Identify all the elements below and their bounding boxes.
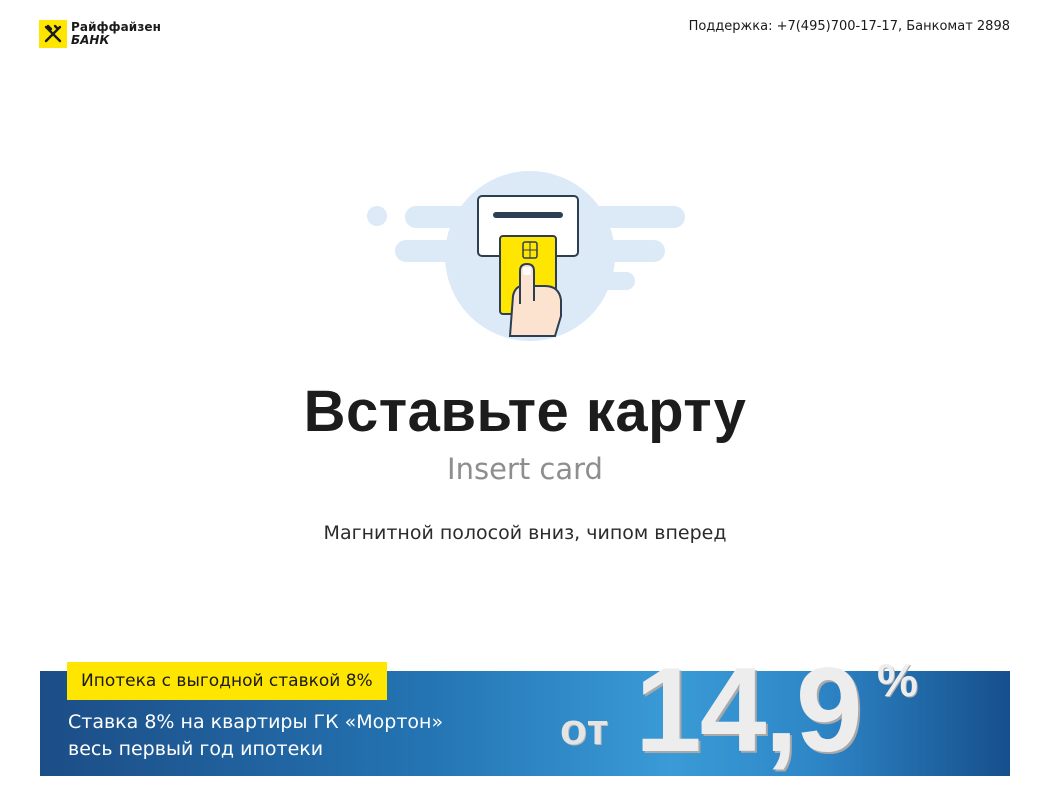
promo-rate: от 14,9 % — [555, 645, 955, 776]
promo-badge: Ипотека с выгодной ставкой 8% — [67, 662, 387, 700]
promo-text-line1: Ставка 8% на квартиры ГК «Мортон» — [68, 711, 444, 733]
insert-hint: Магнитной полосой вниз, чипом вперед — [323, 522, 727, 544]
promo-percent: % — [877, 654, 918, 706]
raiffeisen-cross-icon — [39, 20, 67, 48]
page-title: Вставьте карту — [303, 379, 747, 444]
insert-card-icon — [365, 166, 695, 344]
promo-value: 14,9 — [635, 643, 863, 777]
mortgage-promo-banner[interactable]: Ипотека с выгодной ставкой 8% Ставка 8% … — [40, 645, 1010, 776]
promo-prefix: от — [560, 705, 610, 754]
logo-subname: БАНК — [71, 33, 110, 47]
support-info: Поддержка: +7(495)700-17-17, Банкомат 28… — [688, 19, 1010, 34]
bank-logo: Райффайзен БАНК — [39, 20, 161, 48]
promo-text-line2: весь первый год ипотеки — [68, 738, 324, 760]
page-subtitle: Insert card — [447, 452, 603, 486]
header: Райффайзен БАНК Поддержка: +7(495)700-17… — [0, 0, 1050, 60]
